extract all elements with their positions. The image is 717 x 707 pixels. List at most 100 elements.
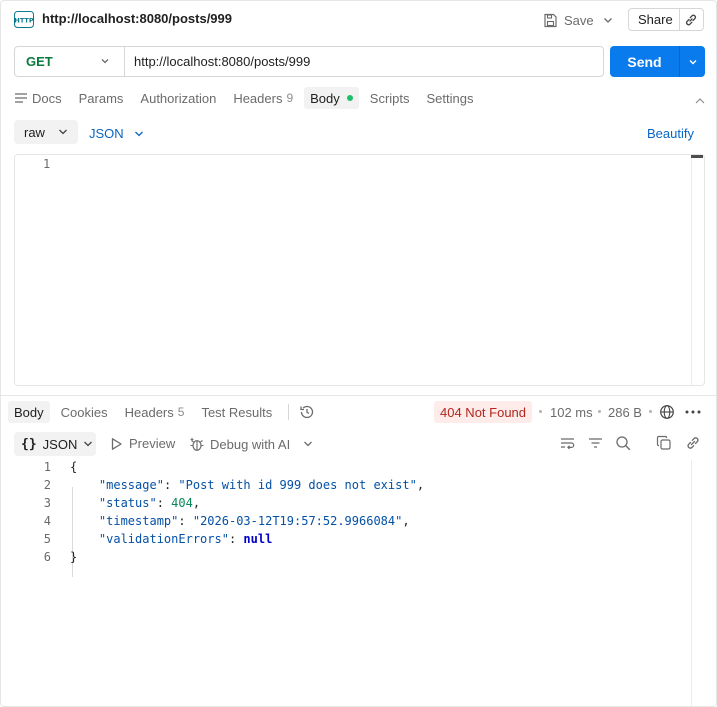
tab-headers[interactable]: Headers 9 (233, 87, 293, 109)
tab-settings[interactable]: Settings (427, 87, 474, 109)
request-body-editor[interactable]: 1 (14, 154, 705, 386)
debug-label: Debug with AI (210, 436, 291, 452)
response-format-select[interactable]: {} JSON (14, 432, 96, 456)
response-time[interactable]: 102 ms (550, 405, 593, 420)
tab-label: Docs (32, 90, 62, 106)
history-icon[interactable] (299, 404, 315, 420)
tab-label: Body (14, 404, 44, 420)
send-label: Send (627, 53, 662, 70)
meta-separator (598, 410, 601, 413)
code-line: 2 "message": "Post with id 999 does not … (1, 478, 691, 496)
response-tab-test-results[interactable]: Test Results (201, 401, 272, 423)
request-tabs: Docs Params Authorization Headers 9 Body… (14, 87, 491, 109)
comma: , (416, 478, 425, 492)
status-badge[interactable]: 404 Not Found (434, 401, 533, 423)
line-number: 2 (43, 478, 51, 492)
response-format-label: JSON (42, 436, 78, 452)
tab-scripts[interactable]: Scripts (370, 87, 410, 109)
tab-count: 9 (286, 91, 294, 105)
tab-docs[interactable]: Docs (14, 87, 62, 109)
json-key: "timestamp" (98, 514, 179, 528)
tab-label: Settings (426, 90, 474, 106)
chevron-up-icon[interactable] (694, 96, 706, 106)
wrap-lines-icon[interactable] (559, 435, 576, 451)
play-icon (111, 437, 122, 450)
editor-scrollbar[interactable] (691, 155, 703, 385)
code-line: 3 "status": 404, (1, 496, 691, 514)
request-panel: HTTP http://localhost:8080/posts/999 Sav… (0, 0, 717, 707)
globe-icon[interactable] (659, 404, 675, 420)
chevron-down-icon[interactable] (302, 439, 314, 449)
copy-icon[interactable] (656, 435, 672, 451)
tab-label: Test Results (201, 404, 273, 420)
send-button[interactable]: Send (610, 46, 705, 77)
response-scrollbar[interactable] (691, 460, 692, 706)
line-number: 3 (43, 496, 51, 510)
debug-with-ai-button[interactable]: Debug with AI (189, 436, 290, 452)
json-key: "status" (98, 496, 157, 510)
link-icon[interactable] (685, 435, 701, 451)
response-tab-cookies[interactable]: Cookies (61, 401, 108, 423)
code-text: "status": 404, (98, 496, 201, 510)
tab-label: Authorization (140, 90, 217, 106)
tab-label: Body (310, 90, 340, 106)
tab-params[interactable]: Params (79, 87, 124, 109)
save-button[interactable]: Save (543, 10, 594, 30)
send-options-button[interactable] (680, 56, 705, 68)
tab-label: Headers (233, 90, 283, 106)
more-options-icon[interactable] (684, 404, 702, 420)
meta-separator (649, 410, 652, 413)
save-label: Save (564, 12, 594, 28)
line-number: 6 (43, 550, 51, 564)
code-line: 4 "timestamp": "2026-03-12T19:57:52.9966… (1, 514, 691, 532)
code-text: "timestamp": "2026-03-12T19:57:52.996608… (98, 514, 410, 528)
chevron-down-icon (689, 59, 696, 64)
line-number: 5 (43, 532, 51, 546)
title-bar: HTTP http://localhost:8080/posts/999 Sav… (1, 1, 716, 38)
body-language-select[interactable]: JSON (89, 126, 144, 141)
share-button[interactable]: Share (628, 8, 704, 31)
share-label: Share (638, 12, 673, 27)
editor-scrollbar-thumb[interactable] (691, 155, 703, 158)
bug-sparkle-icon (190, 437, 204, 451)
tab-authorization[interactable]: Authorization (140, 87, 216, 109)
response-body-viewer[interactable]: 1 { 2 "message": "Post with id 999 does … (1, 460, 716, 706)
filter-icon[interactable] (587, 435, 604, 451)
braces-icon: {} (21, 436, 37, 452)
code-line: 6 } (1, 550, 691, 568)
body-mode-select[interactable]: raw (14, 120, 78, 144)
tab-label: Scripts (369, 90, 410, 106)
method-label: GET (26, 54, 53, 69)
copy-link-button[interactable] (680, 9, 703, 30)
response-tab-body[interactable]: Body (8, 401, 50, 423)
tab-count: 5 (177, 405, 185, 419)
comma: , (402, 514, 410, 528)
docs-icon (15, 93, 27, 103)
brace: } (70, 550, 78, 564)
url-input[interactable] (125, 48, 595, 75)
svg-text:HTTP: HTTP (14, 17, 33, 25)
tab-label: Params (78, 90, 124, 106)
tab-label: Headers (124, 404, 174, 420)
method-select[interactable]: GET (15, 47, 125, 76)
line-number: 4 (43, 514, 51, 528)
tab-body[interactable]: Body (304, 87, 359, 109)
json-value: "2026-03-12T19:57:52.9966084" (192, 514, 403, 528)
code-text: "message": "Post with id 999 does not ex… (98, 478, 425, 492)
response-tabs: Body Cookies Headers 5 Test Results (8, 401, 289, 423)
save-options-chevron-icon[interactable] (601, 13, 615, 27)
json-value: "Post with id 999 does not exist" (178, 478, 417, 492)
chevron-down-icon (84, 441, 93, 447)
search-icon[interactable] (615, 435, 632, 451)
response-tab-headers[interactable]: Headers 5 (125, 401, 185, 423)
preview-button[interactable]: Preview (110, 436, 175, 451)
code-line: 5 "validationErrors": null (1, 532, 691, 550)
link-icon (686, 14, 697, 25)
response-size[interactable]: 286 B (608, 405, 642, 420)
brace: { (70, 460, 78, 474)
json-value: null (243, 532, 273, 546)
beautify-button[interactable]: Beautify (647, 126, 694, 141)
code-text: { (70, 460, 77, 474)
panel-divider[interactable] (1, 395, 716, 396)
line-number: 1 (43, 157, 51, 171)
